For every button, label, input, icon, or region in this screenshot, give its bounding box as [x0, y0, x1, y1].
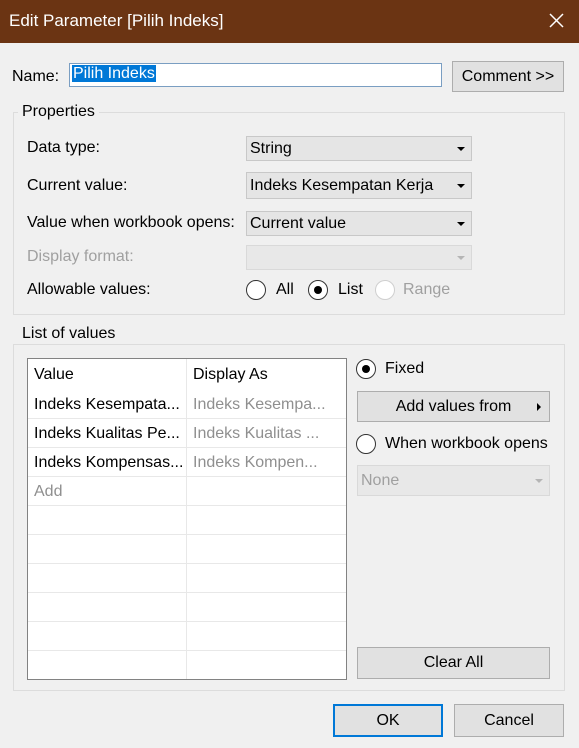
add-value-row[interactable]: Add: [28, 477, 186, 506]
allowable-all-label: All: [276, 281, 294, 298]
allowable-values-label: Allowable values:: [27, 281, 151, 298]
table-row-value[interactable]: Indeks Kompensas...: [28, 448, 186, 477]
row-divider: [28, 534, 346, 535]
column-header-display-as[interactable]: Display As: [187, 360, 346, 389]
workbook-opens-source-select[interactable]: None: [357, 465, 550, 496]
table-row-display[interactable]: Indeks Kualitas ...: [187, 419, 346, 448]
comment-button[interactable]: Comment >>: [452, 61, 564, 92]
workbook-opens-radio[interactable]: [356, 434, 376, 454]
chevron-right-icon: [537, 403, 541, 411]
row-divider: [28, 592, 346, 593]
table-row-display[interactable]: Indeks Kompen...: [187, 448, 346, 477]
name-input-value: Pilih Indeks: [72, 65, 156, 82]
properties-group-label: Properties: [18, 103, 99, 121]
fixed-label: Fixed: [385, 360, 425, 377]
current-value-value: Indeks Kesempatan Kerja: [250, 177, 434, 194]
workbook-opens-select[interactable]: Current value: [246, 211, 472, 236]
allowable-list-radio[interactable]: [308, 280, 328, 300]
fixed-radio[interactable]: [356, 359, 376, 379]
ok-button[interactable]: OK: [333, 704, 443, 737]
allowable-range-radio[interactable]: [375, 280, 395, 300]
table-row-value[interactable]: Indeks Kualitas Pe...: [28, 419, 186, 448]
table-row-value[interactable]: Indeks Kesempata...: [28, 390, 186, 419]
allowable-range-label: Range: [403, 281, 451, 298]
column-header-value[interactable]: Value: [28, 360, 186, 389]
workbook-opens-value: Current value: [250, 215, 347, 232]
name-input[interactable]: Pilih Indeks: [69, 63, 442, 87]
workbook-opens-source-value: None: [361, 472, 400, 489]
row-divider: [28, 650, 346, 651]
chevron-down-icon: [535, 479, 543, 483]
chevron-down-icon: [457, 256, 465, 260]
window-title: Edit Parameter [Pilih Indeks]: [9, 11, 224, 30]
row-divider: [28, 505, 346, 506]
allowable-all-radio[interactable]: [246, 280, 266, 300]
display-format-select[interactable]: [246, 245, 472, 270]
title-bar: Edit Parameter [Pilih Indeks]: [0, 0, 579, 43]
display-format-label: Display format:: [27, 248, 134, 265]
workbook-opens-radio-label: When workbook opens: [385, 435, 548, 452]
chevron-down-icon: [457, 184, 465, 188]
add-values-from-button[interactable]: Add values from: [357, 391, 550, 422]
row-divider: [28, 563, 346, 564]
workbook-opens-label: Value when workbook opens:: [27, 214, 235, 231]
chevron-down-icon: [457, 147, 465, 151]
add-values-from-label: Add values from: [395, 398, 512, 415]
data-type-label: Data type:: [27, 139, 100, 156]
values-table[interactable]: Value Display As Indeks Kesempata... Ind…: [27, 358, 347, 680]
data-type-select[interactable]: String: [246, 136, 472, 161]
clear-all-button[interactable]: Clear All: [357, 647, 550, 679]
close-icon: [549, 13, 564, 28]
list-of-values-group-label: List of values: [18, 325, 120, 343]
current-value-select[interactable]: Indeks Kesempatan Kerja: [246, 172, 472, 199]
close-button[interactable]: [533, 0, 579, 43]
name-label: Name:: [12, 68, 60, 85]
row-divider: [28, 621, 346, 622]
current-value-label: Current value:: [27, 177, 128, 194]
table-row-display[interactable]: Indeks Kesempa...: [187, 390, 346, 419]
data-type-value: String: [250, 140, 292, 157]
allowable-list-label: List: [338, 281, 363, 298]
chevron-down-icon: [457, 222, 465, 226]
cancel-button[interactable]: Cancel: [454, 704, 564, 737]
